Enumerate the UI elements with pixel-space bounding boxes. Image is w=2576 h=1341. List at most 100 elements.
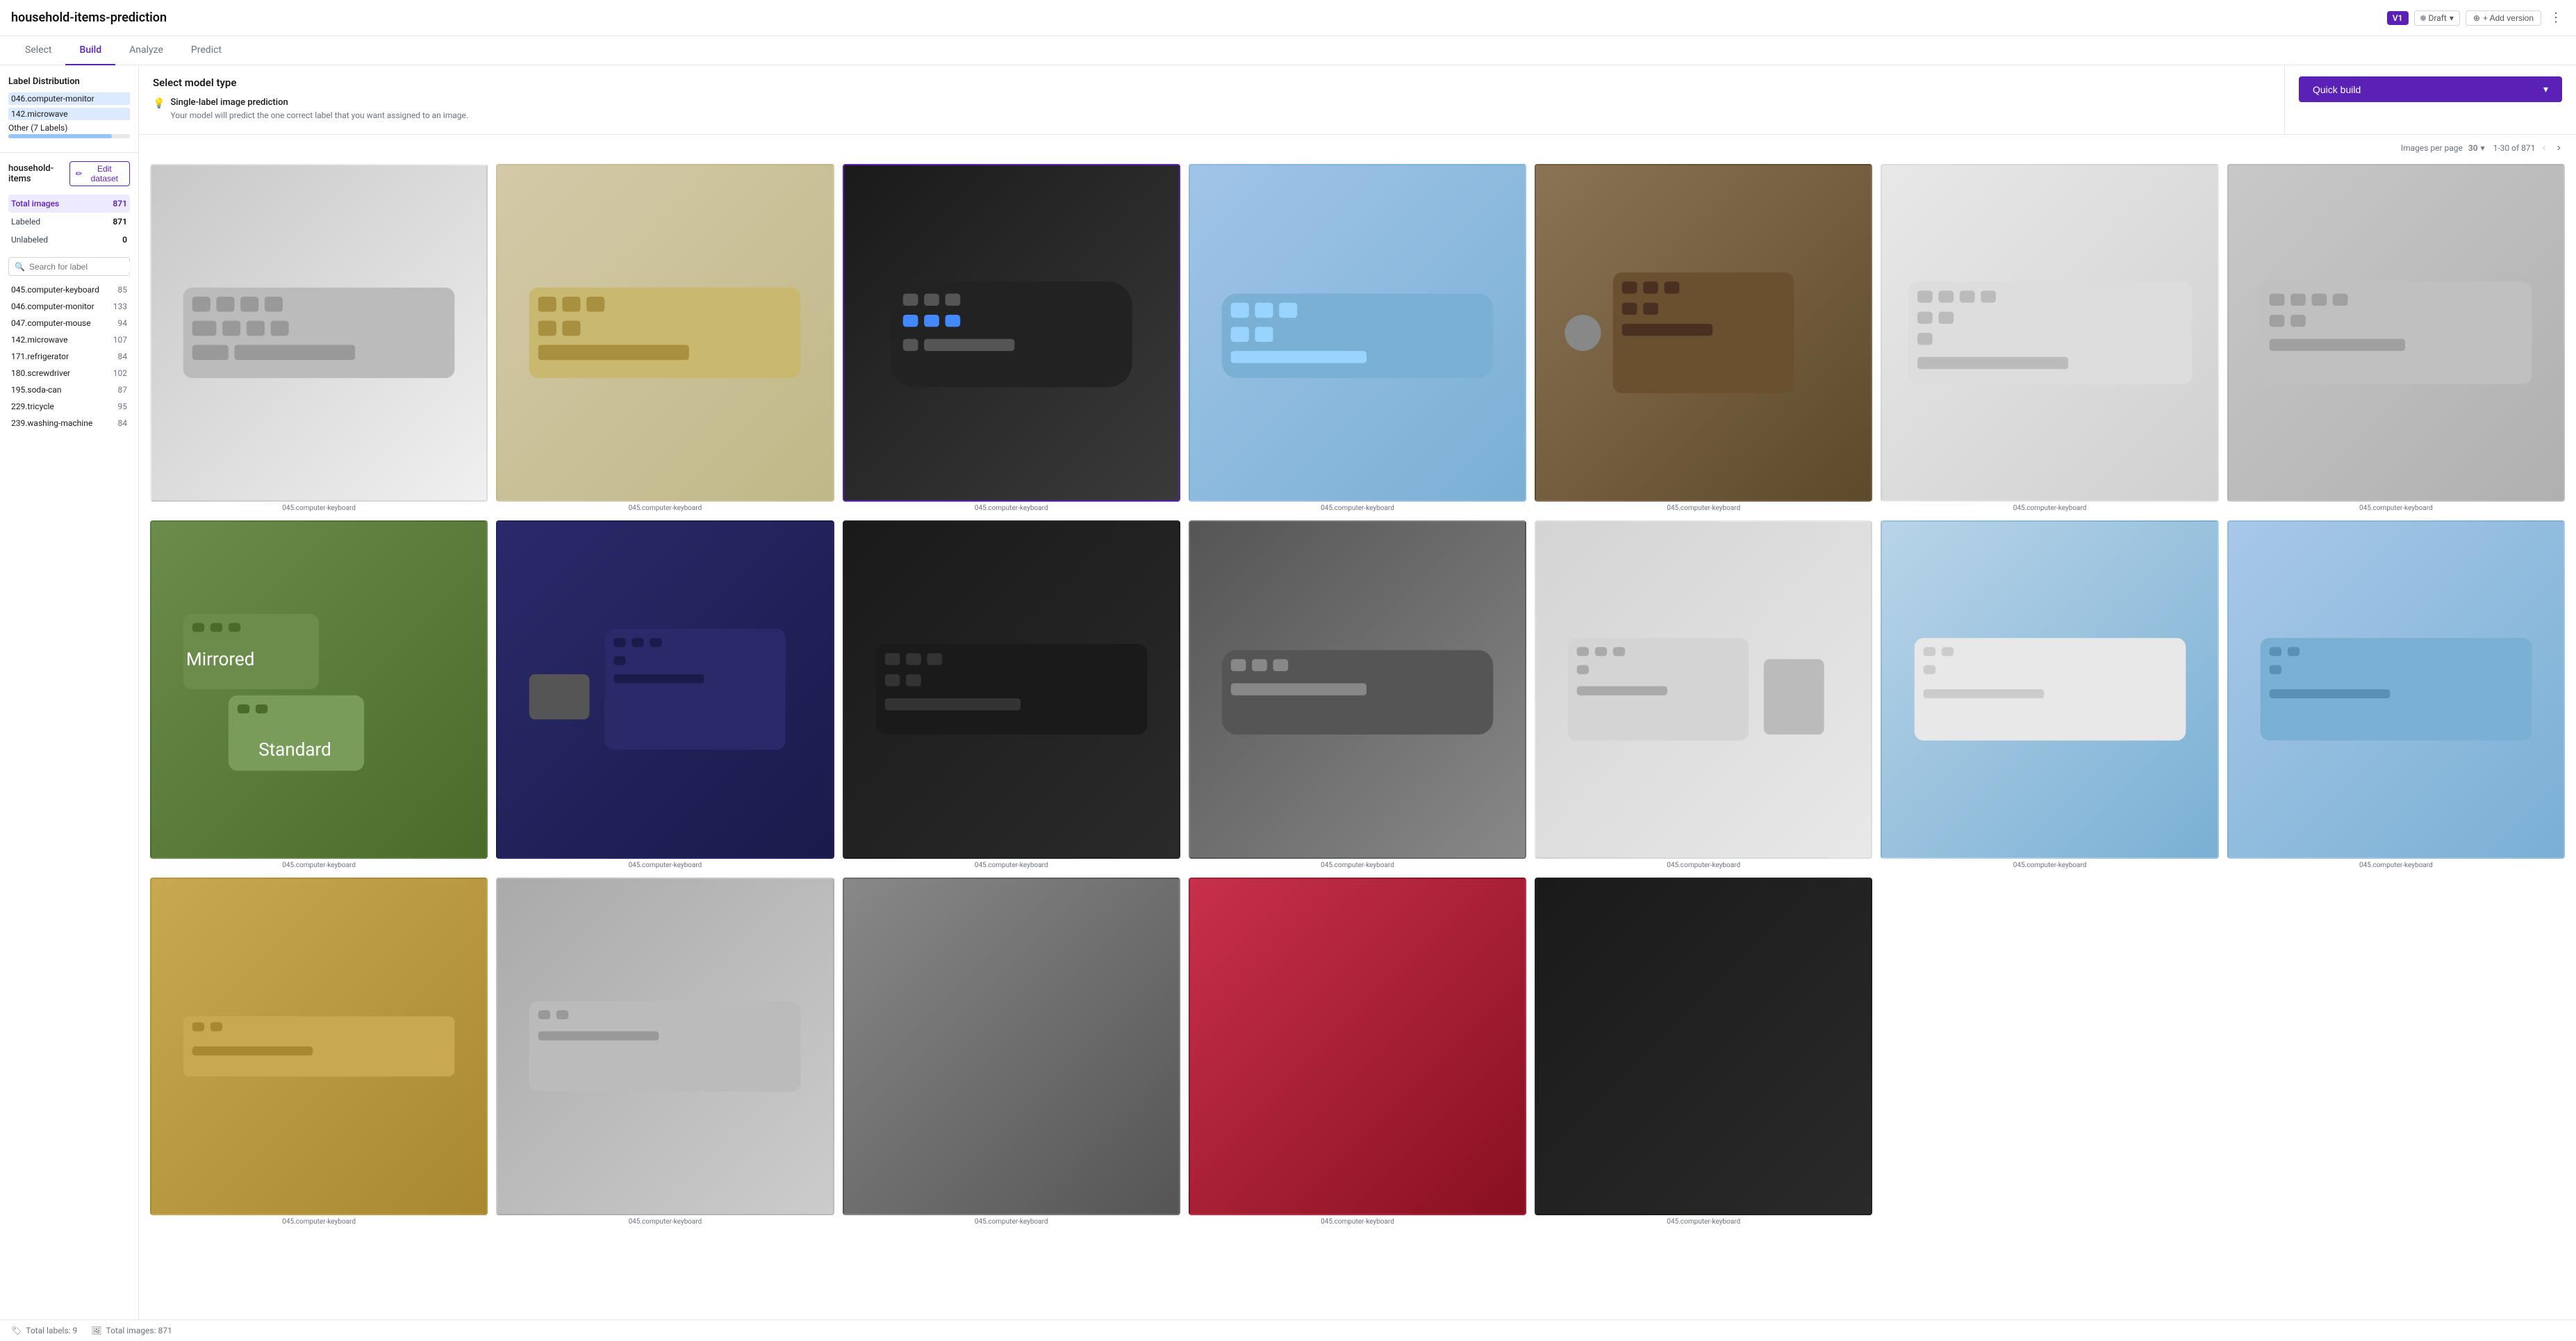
label-name: 180.screwdriver [11, 368, 70, 378]
main-layout: Label Distribution 046.computer-monitor … [0, 65, 2576, 1334]
image-card[interactable]: 045.computer-keyboard [496, 520, 834, 869]
draft-chevron-icon: ▾ [2450, 13, 2454, 23]
label-name: 046.computer-monitor [11, 302, 94, 311]
nav-tabs: Select Build Analyze Predict [0, 36, 2576, 65]
list-item[interactable]: 046.computer-monitor 133 [8, 298, 130, 315]
list-item[interactable]: 195.soda-can 87 [8, 381, 130, 398]
label-name: 047.computer-mouse [11, 318, 91, 328]
list-item[interactable]: 045.computer-keyboard 85 [8, 281, 130, 298]
per-page-chevron-icon[interactable]: ▾ [2481, 143, 2485, 153]
more-options-button[interactable]: ⋮ [2547, 8, 2565, 28]
next-page-button[interactable]: › [2553, 140, 2565, 156]
image-card[interactable]: 045.computer-keyboard [2227, 520, 2565, 869]
list-item[interactable]: 239.washing-machine 84 [8, 415, 130, 431]
image-card[interactable]: 045.computer-keyboard [1881, 164, 2218, 512]
unlabeled-value: 0 [122, 235, 127, 245]
stats-section: Total images 871 Labeled 871 Unlabeled 0 [0, 192, 138, 252]
pagination-label: 1-30 of 871 [2493, 143, 2536, 153]
total-images-stat[interactable]: Total images 871 [8, 195, 130, 213]
total-labels-stat: 🏷 Total labels: 9 [11, 1326, 77, 1335]
label-count: 133 [113, 302, 127, 311]
image-card[interactable]: 045.computer-keyboard [843, 878, 1180, 1226]
label-name: 229.tricycle [11, 402, 54, 411]
image-card[interactable]: 045.computer-keyboard [1535, 878, 1872, 1226]
image-card[interactable]: 045.computer-keyboard [1535, 164, 1872, 512]
edit-dataset-button[interactable]: ✏ Edit dataset [69, 161, 130, 186]
add-version-plus-icon: ⊕ [2473, 13, 2480, 23]
image-card[interactable]: 045.computer-keyboard [150, 878, 488, 1226]
image-thumb: Mirrored Standard [150, 520, 488, 858]
image-card[interactable]: 045.computer-keyboard [843, 164, 1180, 512]
list-item[interactable]: 142.microwave 107 [8, 331, 130, 348]
app-title: household-items-prediction [11, 10, 167, 25]
image-card[interactable]: 045.computer-keyboard [496, 878, 834, 1226]
image-thumb [150, 164, 488, 502]
list-item[interactable]: 171.refrigerator 84 [8, 348, 130, 365]
bottom-bar: 🏷 Total labels: 9 🖼 Total images: 871 [0, 1319, 2576, 1341]
label-name: 171.refrigerator [11, 352, 69, 361]
tab-predict[interactable]: Predict [177, 36, 236, 65]
draft-dot [2420, 15, 2426, 21]
label-count: 87 [118, 385, 128, 395]
image-card[interactable]: 045.computer-keyboard [1189, 878, 1526, 1226]
model-option-text: Single-label image prediction Your model… [170, 97, 468, 120]
quick-build-button[interactable]: Quick build ▾ [2299, 76, 2562, 102]
label-count: 85 [118, 285, 128, 295]
image-card[interactable]: 045.computer-keyboard [1535, 520, 1872, 869]
keyboard-svg [861, 182, 1162, 484]
model-type-right: Quick build ▾ [2284, 65, 2576, 134]
keyboard-svg [2245, 538, 2547, 840]
image-card[interactable]: 045.computer-keyboard [1881, 520, 2218, 869]
total-images-value: 871 [113, 199, 127, 208]
labels-icon: 🏷 [11, 1326, 22, 1335]
tab-select[interactable]: Select [11, 36, 65, 65]
image-thumb [2227, 164, 2565, 502]
image-label: 045.computer-keyboard [1189, 504, 1526, 512]
image-thumb [1189, 878, 1526, 1215]
image-thumb [843, 164, 1180, 502]
per-page-select: Images per page 30 ▾ [2401, 143, 2485, 153]
draft-dropdown[interactable]: Draft ▾ [2414, 10, 2460, 26]
search-icon: 🔍 [15, 262, 25, 272]
search-input[interactable] [29, 262, 137, 272]
model-type-title: Select model type [153, 76, 2270, 89]
image-card[interactable]: 045.computer-keyboard [2227, 164, 2565, 512]
label-count: 84 [118, 352, 128, 361]
label-count: 94 [118, 318, 128, 328]
label-dist-item-0[interactable]: 046.computer-monitor [8, 92, 130, 105]
image-card[interactable]: 045.computer-keyboard [496, 164, 834, 512]
image-grid-header: Images per page 30 ▾ 1-30 of 871 ‹ › [150, 140, 2565, 156]
label-dist-item-1[interactable]: 142.microwave [8, 108, 130, 120]
center-content: Select model type 💡 Single-label image p… [139, 65, 2576, 1334]
keyboard-svg [168, 896, 470, 1197]
image-card[interactable]: 045.computer-keyboard [843, 520, 1180, 869]
list-item[interactable]: 047.computer-mouse 94 [8, 315, 130, 331]
quick-build-arrow-icon: ▾ [2543, 83, 2548, 95]
image-card[interactable]: 045.computer-keyboard [1189, 520, 1526, 869]
unlabeled-label: Unlabeled [11, 235, 48, 245]
label-name: 239.washing-machine [11, 418, 92, 428]
add-version-button[interactable]: ⊕ + Add version [2466, 10, 2541, 26]
image-thumb [496, 878, 834, 1215]
label-distribution-title: Label Distribution [8, 76, 130, 87]
image-card[interactable]: 045.computer-keyboard [1189, 164, 1526, 512]
list-item[interactable]: 229.tricycle 95 [8, 398, 130, 415]
model-option: 💡 Single-label image prediction Your mod… [153, 97, 2270, 120]
image-label: 045.computer-keyboard [843, 862, 1180, 869]
label-bar-bg [8, 134, 130, 138]
list-item[interactable]: 180.screwdriver 102 [8, 365, 130, 381]
image-card[interactable]: Mirrored Standard 045.computer-keyboard [150, 520, 488, 869]
image-card[interactable]: 045.computer-keyboard [150, 164, 488, 512]
label-dist-item-2[interactable]: Other (7 Labels) [8, 123, 130, 138]
keyboard-svg [1899, 538, 2201, 840]
image-thumb [1881, 520, 2218, 858]
tab-analyze[interactable]: Analyze [115, 36, 177, 65]
draft-label: Draft [2429, 13, 2447, 23]
tab-build[interactable]: Build [65, 36, 115, 65]
label-count: 102 [113, 368, 127, 378]
dataset-name: household-items [8, 163, 69, 184]
total-labels-value: Total labels: 9 [26, 1326, 77, 1335]
image-label: 045.computer-keyboard [150, 1218, 488, 1226]
prev-page-button[interactable]: ‹ [2538, 140, 2550, 156]
label-distribution-section: Label Distribution 046.computer-monitor … [0, 65, 138, 147]
